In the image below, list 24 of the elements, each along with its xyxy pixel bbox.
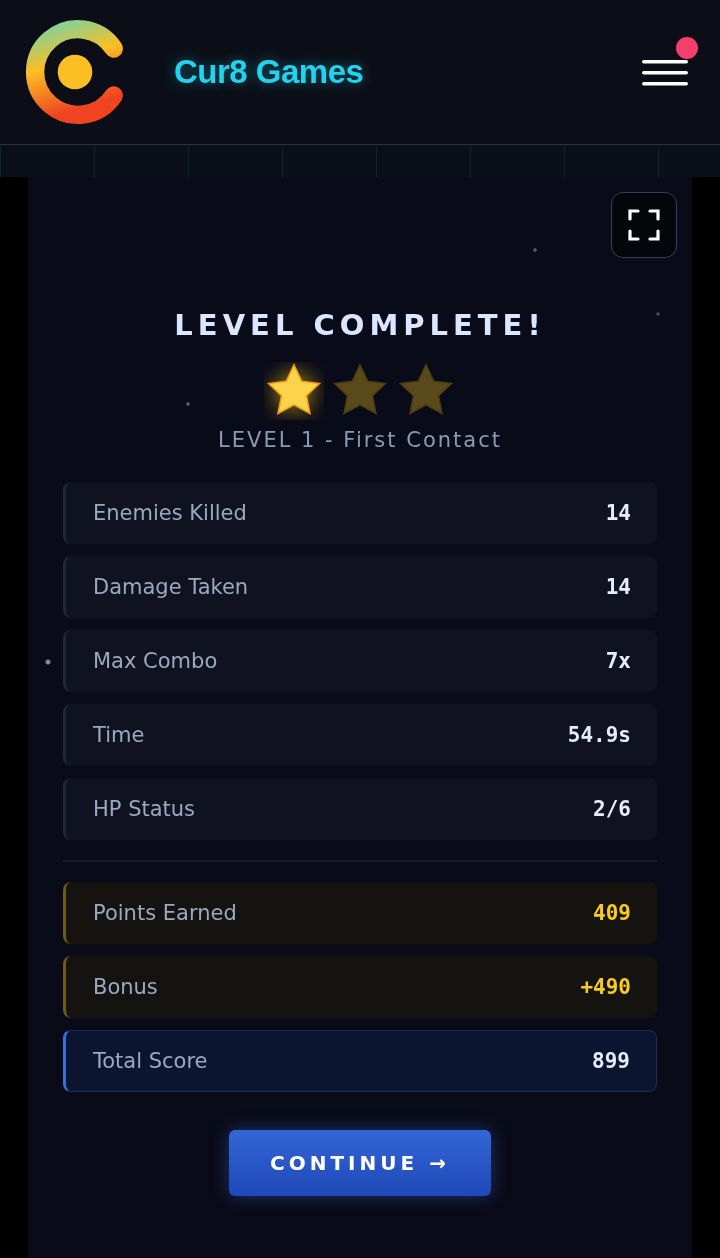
stat-label: Time xyxy=(93,723,145,747)
menu-icon xyxy=(642,59,688,87)
stat-value: +490 xyxy=(580,975,631,999)
logo-icon[interactable] xyxy=(24,18,126,126)
stat-label: Total Score xyxy=(93,1049,208,1073)
stat-value: 14 xyxy=(605,575,631,599)
stat-label: HP Status xyxy=(93,797,196,821)
fullscreen-icon xyxy=(628,209,660,241)
stat-label: Max Combo xyxy=(93,649,218,673)
stat-label: Bonus xyxy=(93,975,158,999)
stat-label: Enemies Killed xyxy=(93,501,247,525)
brand-name: Cur8 Games xyxy=(174,53,365,91)
stat-label: Damage Taken xyxy=(93,575,249,599)
stat-value: 899 xyxy=(592,1049,630,1073)
fullscreen-button[interactable] xyxy=(611,192,677,258)
stat-value: 14 xyxy=(605,501,631,525)
stat-value: 7x xyxy=(605,649,631,673)
continue-button[interactable]: CONTINUE → xyxy=(229,1130,491,1196)
result-title: LEVEL COMPLETE! xyxy=(174,308,546,342)
stat-value: 2/6 xyxy=(593,797,631,821)
stat-value: 54.9s xyxy=(567,723,631,747)
stat-value: 409 xyxy=(593,901,631,925)
level-subtitle: LEVEL 1 - First Contact xyxy=(218,428,502,452)
stat-label: Points Earned xyxy=(93,901,237,925)
